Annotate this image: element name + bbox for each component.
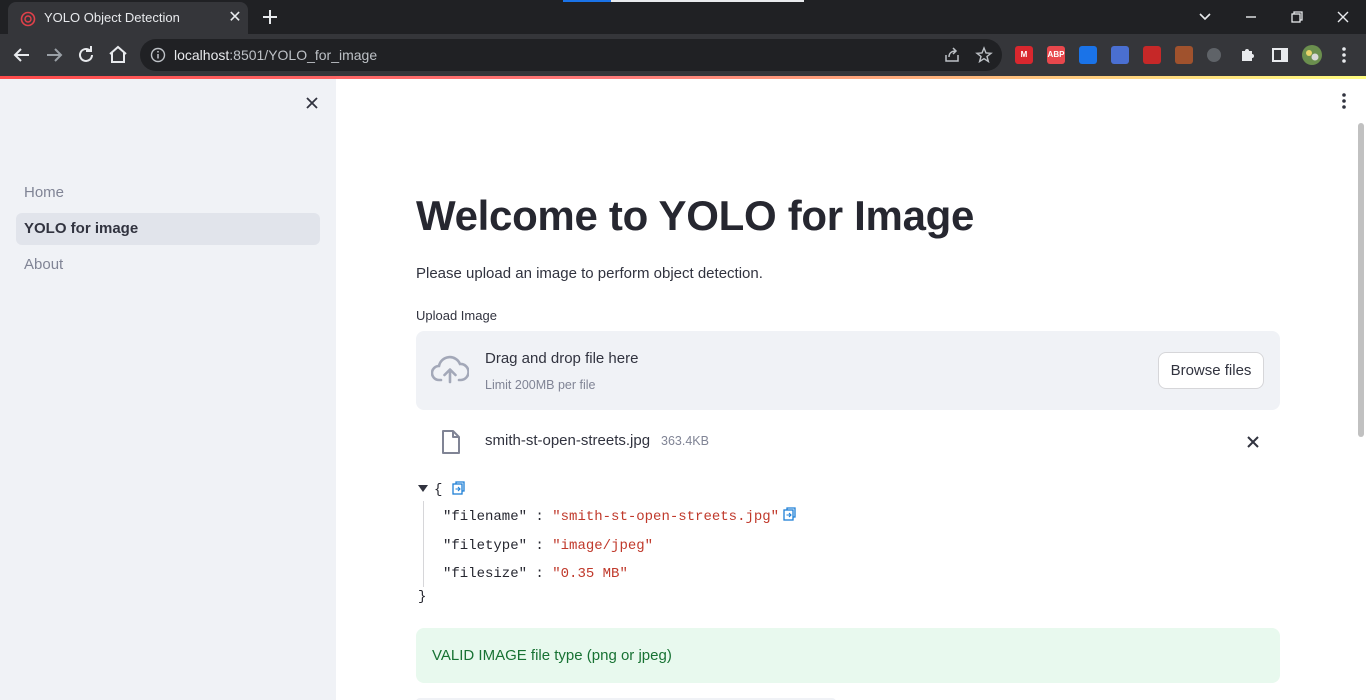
json-row-filesize: "filesize" : "0.35 MB" <box>443 566 628 582</box>
copy-value-icon[interactable] <box>783 507 797 521</box>
success-alert: VALID IMAGE file type (png or jpeg) <box>416 628 1280 683</box>
inactive-extension[interactable] <box>1207 48 1221 62</box>
browser-toolbar: localhost:8501/YOLO_for_image M ABP <box>0 34 1366 76</box>
side-panel-icon[interactable] <box>1268 43 1292 67</box>
dropzone-instruction: Drag and drop file here <box>485 350 639 367</box>
back-icon[interactable] <box>10 43 34 67</box>
browser-tab-active[interactable]: YOLO Object Detection ✕ <box>8 2 248 34</box>
browse-files-button[interactable]: Browse files <box>1158 352 1264 389</box>
dropzone-limit: Limit 200MB per file <box>485 378 596 392</box>
upload-label: Upload Image <box>416 308 497 323</box>
browser-tab-strip: YOLO Object Detection ✕ <box>0 0 1366 34</box>
file-icon <box>442 430 460 454</box>
site-info-icon[interactable] <box>150 47 166 63</box>
page-title: Welcome to YOLO for Image <box>416 192 975 239</box>
scrollbar-thumb[interactable] <box>1358 123 1364 437</box>
streamlit-favicon-icon <box>20 11 36 27</box>
close-sidebar-icon[interactable] <box>302 93 322 113</box>
collapse-triangle-icon[interactable] <box>418 485 428 493</box>
close-window-icon[interactable] <box>1332 6 1354 28</box>
bookmark-extension[interactable] <box>1079 46 1097 64</box>
sidebar: Home YOLO for image About <box>0 79 336 700</box>
mega-extension[interactable]: M <box>1015 46 1033 64</box>
json-value: "image/jpeg" <box>552 538 654 554</box>
json-viewer: { "filename" : "smith-st-open-streets.jp… <box>416 479 1116 611</box>
home-icon[interactable] <box>106 43 130 67</box>
url-text: localhost:8501/YOLO_for_image <box>174 47 378 63</box>
uploaded-file-row: smith-st-open-streets.jpg 363.4KB <box>416 421 1280 461</box>
sidebar-item-yolo-for-image[interactable]: YOLO for image <box>16 213 320 245</box>
intro-text: Please upload an image to perform object… <box>416 265 763 282</box>
tab-title: YOLO Object Detection <box>44 10 180 25</box>
json-key: "filesize" <box>443 566 528 582</box>
sidebar-item-label: About <box>24 256 64 273</box>
json-row-filename: "filename" : "smith-st-open-streets.jpg" <box>443 509 779 525</box>
uploaded-file-size: 363.4KB <box>661 434 709 448</box>
tab-close-icon[interactable]: ✕ <box>226 9 244 27</box>
json-key: "filename" <box>443 509 528 525</box>
cloud-upload-icon <box>431 355 469 384</box>
address-bar[interactable]: localhost:8501/YOLO_for_image <box>140 39 1002 71</box>
tab-search-chevron-icon[interactable] <box>1194 6 1216 28</box>
profile-avatar-icon[interactable] <box>1300 43 1324 67</box>
minimize-icon[interactable] <box>1240 6 1262 28</box>
uploaded-file-name: smith-st-open-streets.jpg <box>485 432 651 449</box>
main-content: Welcome to YOLO for Image Please upload … <box>336 79 1366 700</box>
app-menu-icon[interactable] <box>1336 91 1352 111</box>
save-extension[interactable] <box>1111 46 1129 64</box>
json-key: "filetype" <box>443 538 528 554</box>
json-close-brace: } <box>418 589 427 605</box>
new-tab-icon[interactable] <box>258 6 282 28</box>
bookmark-star-icon[interactable] <box>975 46 993 64</box>
json-separator: : <box>527 566 553 582</box>
json-value: "smith-st-open-streets.jpg" <box>552 509 780 525</box>
json-separator: : <box>527 538 553 554</box>
chart-extension[interactable] <box>1143 46 1161 64</box>
json-value: "0.35 MB" <box>552 566 628 582</box>
json-separator: : <box>527 509 553 525</box>
sidebar-item-about[interactable]: About <box>16 249 320 281</box>
sidebar-item-label: YOLO for image <box>24 220 139 237</box>
extensions-puzzle-icon[interactable] <box>1236 43 1260 67</box>
reload-icon[interactable] <box>74 43 98 67</box>
json-open-brace: { <box>434 482 443 498</box>
copy-json-icon[interactable] <box>452 481 466 495</box>
browser-menu-icon[interactable] <box>1332 43 1356 67</box>
restore-icon[interactable] <box>1286 6 1308 28</box>
json-indent-guide <box>423 501 424 587</box>
remove-file-icon[interactable] <box>1244 433 1262 451</box>
forward-icon[interactable] <box>42 43 66 67</box>
sidebar-item-home[interactable]: Home <box>16 177 320 209</box>
json-row-filetype: "filetype" : "image/jpeg" <box>443 538 653 554</box>
adblock-plus-extension[interactable]: ABP <box>1047 46 1065 64</box>
cookie-extension[interactable] <box>1175 46 1193 64</box>
window-drag-indicator <box>563 0 804 2</box>
share-icon[interactable] <box>943 46 961 64</box>
sidebar-item-label: Home <box>24 184 65 201</box>
file-dropzone[interactable]: Drag and drop file here Limit 200MB per … <box>416 331 1280 410</box>
